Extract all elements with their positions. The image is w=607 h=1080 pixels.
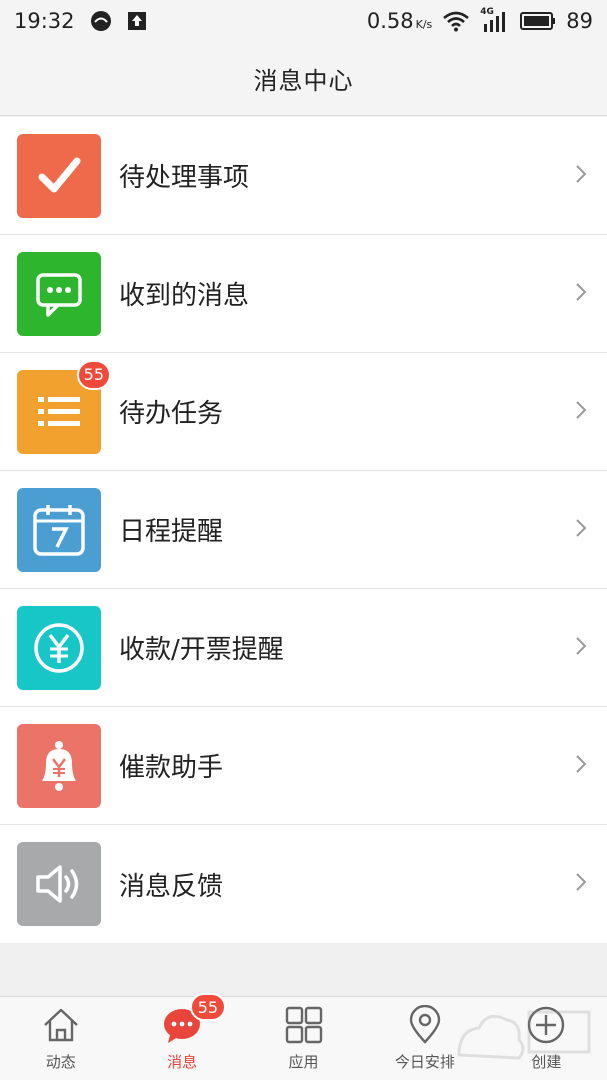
battery-level: 89	[566, 9, 593, 33]
chevron-right-icon	[575, 518, 587, 542]
item-label: 待办任务	[119, 399, 224, 429]
item-label: 收到的消息	[119, 281, 250, 311]
cellular-signal-icon: 4G	[480, 7, 510, 32]
list-item-payment-invoice-reminders[interactable]: 收款/开票提醒	[0, 589, 607, 707]
wifi-icon	[442, 10, 470, 32]
notification-badge: 55	[76, 359, 111, 390]
home-icon	[39, 1003, 83, 1047]
tab-label: 动态	[45, 1053, 76, 1071]
message-category-list: 待处理事项 收到的消息 55 待办任务 日程提醒 收款/开票提醒 催款助手 消息…	[0, 117, 607, 943]
speed-value: 0.58	[366, 9, 414, 33]
item-label: 日程提醒	[119, 517, 224, 547]
chevron-right-icon	[575, 282, 587, 306]
list-item-collection-assistant[interactable]: 催款助手	[0, 707, 607, 825]
upload-icon	[127, 11, 147, 31]
watermark-logo-icon	[449, 1000, 599, 1074]
location-pin-icon	[403, 1003, 447, 1047]
tab-label: 应用	[288, 1053, 319, 1071]
calendar-icon	[17, 487, 101, 572]
check-icon	[17, 133, 101, 218]
message-icon: 55	[160, 993, 227, 1047]
grid-icon	[282, 1003, 326, 1047]
bell-yen-icon	[17, 723, 101, 808]
page-title: 消息中心	[253, 67, 354, 95]
list-icon: 55	[17, 359, 111, 454]
tab-badge: 55	[189, 993, 227, 1021]
tab-label: 今日安排	[394, 1053, 455, 1071]
item-label: 消息反馈	[119, 871, 224, 902]
network-type: 4G	[480, 7, 494, 17]
chat-bubble-icon	[17, 251, 101, 336]
list-item-schedule-reminders[interactable]: 日程提醒	[0, 471, 607, 589]
chevron-right-icon	[575, 400, 587, 424]
tab-label: 消息	[167, 1053, 198, 1071]
list-item-pending-items[interactable]: 待处理事项	[0, 117, 607, 235]
tab-messages[interactable]: 55 消息	[121, 993, 242, 1080]
battery-icon	[520, 12, 556, 30]
item-label: 待处理事项	[119, 163, 250, 193]
item-label: 收款/开票提醒	[119, 635, 284, 665]
chevron-right-icon	[575, 754, 587, 778]
notification-app-icon	[89, 9, 113, 33]
chevron-right-icon	[575, 636, 587, 660]
status-time: 19:32	[14, 9, 75, 33]
list-item-todo-tasks[interactable]: 55 待办任务	[0, 353, 607, 471]
yen-circle-icon	[17, 605, 101, 690]
tab-dynamics[interactable]: 动态	[0, 997, 121, 1080]
list-item-message-feedback[interactable]: 消息反馈	[0, 825, 607, 943]
bottom-tab-bar: 动态 55 消息 应用 今日安排 创建	[0, 993, 607, 1080]
chevron-right-icon	[575, 872, 587, 896]
item-label: 催款助手	[119, 753, 224, 783]
network-speed: 0.58 K/s	[367, 9, 432, 33]
speaker-icon	[17, 842, 101, 926]
chevron-right-icon	[575, 164, 587, 188]
header: 消息中心	[0, 42, 607, 116]
speed-unit: K/s	[415, 18, 433, 31]
status-bar: 19:32 0.58 K/s 4G 89	[0, 0, 607, 42]
tab-apps[interactable]: 应用	[243, 997, 364, 1080]
list-item-received-messages[interactable]: 收到的消息	[0, 235, 607, 353]
